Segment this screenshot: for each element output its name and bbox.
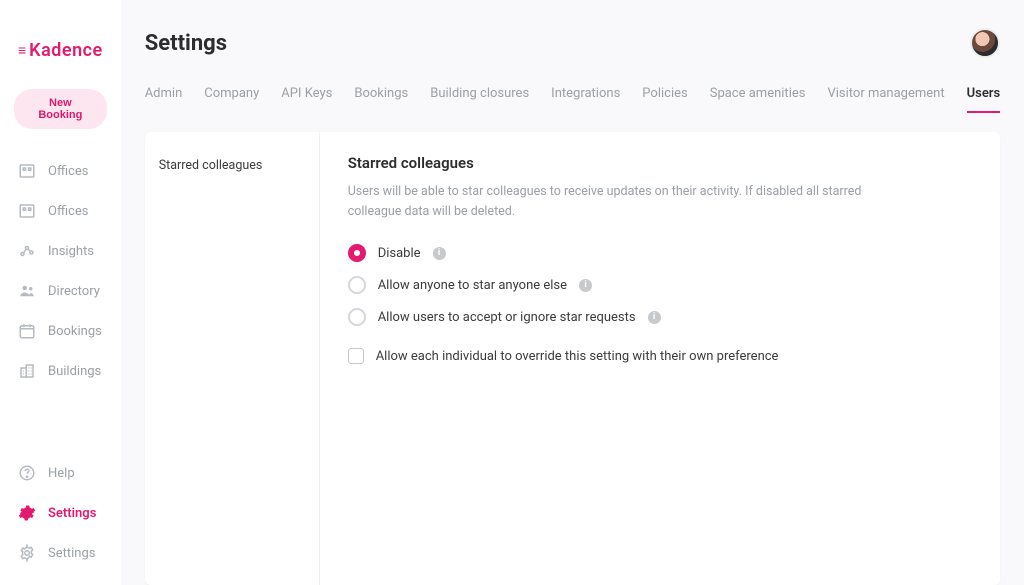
tab-building-closures[interactable]: Building closures [430, 86, 529, 113]
tab-company[interactable]: Company [204, 86, 259, 113]
main-content: Settings Admin Company API Keys Bookings… [121, 0, 1024, 585]
option-allow-anyone[interactable]: Allow anyone to star anyone else i [348, 276, 972, 294]
checkbox-input[interactable] [348, 348, 364, 364]
avatar[interactable] [970, 28, 1000, 58]
help-icon [18, 464, 36, 482]
calendar-icon [18, 322, 36, 340]
sidebar-item-settings[interactable]: Settings [0, 493, 121, 533]
info-icon[interactable]: i [433, 247, 446, 260]
gear-icon [18, 504, 36, 522]
nav-primary: Offices Offices Insights Directory [0, 151, 121, 453]
sidebar-item-insights[interactable]: Insights [0, 231, 121, 271]
tab-users[interactable]: Users [967, 86, 1001, 113]
panel-body: Starred colleagues Users will be able to… [320, 132, 1000, 585]
people-icon [18, 282, 36, 300]
header: Settings [145, 28, 1000, 58]
sidebar-item-help[interactable]: Help [0, 453, 121, 493]
sidebar-item-offices-2[interactable]: Offices [0, 191, 121, 231]
checkbox-label: Allow each individual to override this s… [376, 349, 779, 364]
nav-label: Help [48, 466, 75, 481]
sidebar-item-settings-2[interactable]: Settings [0, 533, 121, 573]
nav-secondary: Help Settings Settings [0, 453, 121, 585]
tab-admin[interactable]: Admin [145, 86, 183, 113]
radio-input[interactable] [348, 244, 366, 262]
sidebar-item-buildings[interactable]: Buildings [0, 351, 121, 391]
tab-integrations[interactable]: Integrations [551, 86, 620, 113]
page-title: Settings [145, 31, 227, 56]
radio-label: Disable [378, 246, 421, 261]
settings-tabs: Admin Company API Keys Bookings Building… [145, 86, 1000, 114]
tab-visitor-management[interactable]: Visitor management [827, 86, 944, 113]
sidebar-item-bookings[interactable]: Bookings [0, 311, 121, 351]
sidebar-item-directory[interactable]: Directory [0, 271, 121, 311]
radio-input[interactable] [348, 276, 366, 294]
radio-input[interactable] [348, 308, 366, 326]
sidebar: ≡ Kadence New Booking Offices Offices [0, 0, 121, 585]
tab-bookings[interactable]: Bookings [354, 86, 408, 113]
panel-side-nav: Starred colleagues [145, 132, 320, 585]
nav-label: Buildings [48, 364, 101, 379]
panel-side-item-starred[interactable]: Starred colleagues [159, 154, 305, 177]
nav-label: Settings [48, 546, 95, 561]
logo-mark-icon: ≡ [18, 42, 25, 59]
tab-space-amenities[interactable]: Space amenities [710, 86, 806, 113]
section-description: Users will be able to star colleagues to… [348, 182, 868, 222]
radio-label: Allow users to accept or ignore star req… [378, 310, 636, 325]
gear-icon [18, 544, 36, 562]
buildings-icon [18, 362, 36, 380]
tab-policies[interactable]: Policies [642, 86, 687, 113]
option-accept-ignore[interactable]: Allow users to accept or ignore star req… [348, 308, 972, 326]
nav-label: Offices [48, 164, 88, 179]
nav-label: Offices [48, 204, 88, 219]
tab-api-keys[interactable]: API Keys [281, 86, 332, 113]
insights-icon [18, 242, 36, 260]
new-booking-button[interactable]: New Booking [14, 89, 107, 129]
radio-label: Allow anyone to star anyone else [378, 278, 567, 293]
info-icon[interactable]: i [648, 311, 661, 324]
info-icon[interactable]: i [579, 279, 592, 292]
building-grid-icon [18, 162, 36, 180]
option-disable[interactable]: Disable i [348, 244, 972, 262]
nav-label: Insights [48, 244, 94, 259]
nav-label: Bookings [48, 324, 102, 339]
nav-label: Settings [48, 506, 96, 521]
brand-logo: ≡ Kadence [0, 40, 121, 89]
settings-panel: Starred colleagues Starred colleagues Us… [145, 132, 1000, 585]
building-grid-icon [18, 202, 36, 220]
override-checkbox-row[interactable]: Allow each individual to override this s… [348, 348, 972, 364]
section-title: Starred colleagues [348, 154, 972, 172]
nav-label: Directory [48, 284, 100, 299]
sidebar-item-offices[interactable]: Offices [0, 151, 121, 191]
brand-name: Kadence [29, 40, 103, 61]
